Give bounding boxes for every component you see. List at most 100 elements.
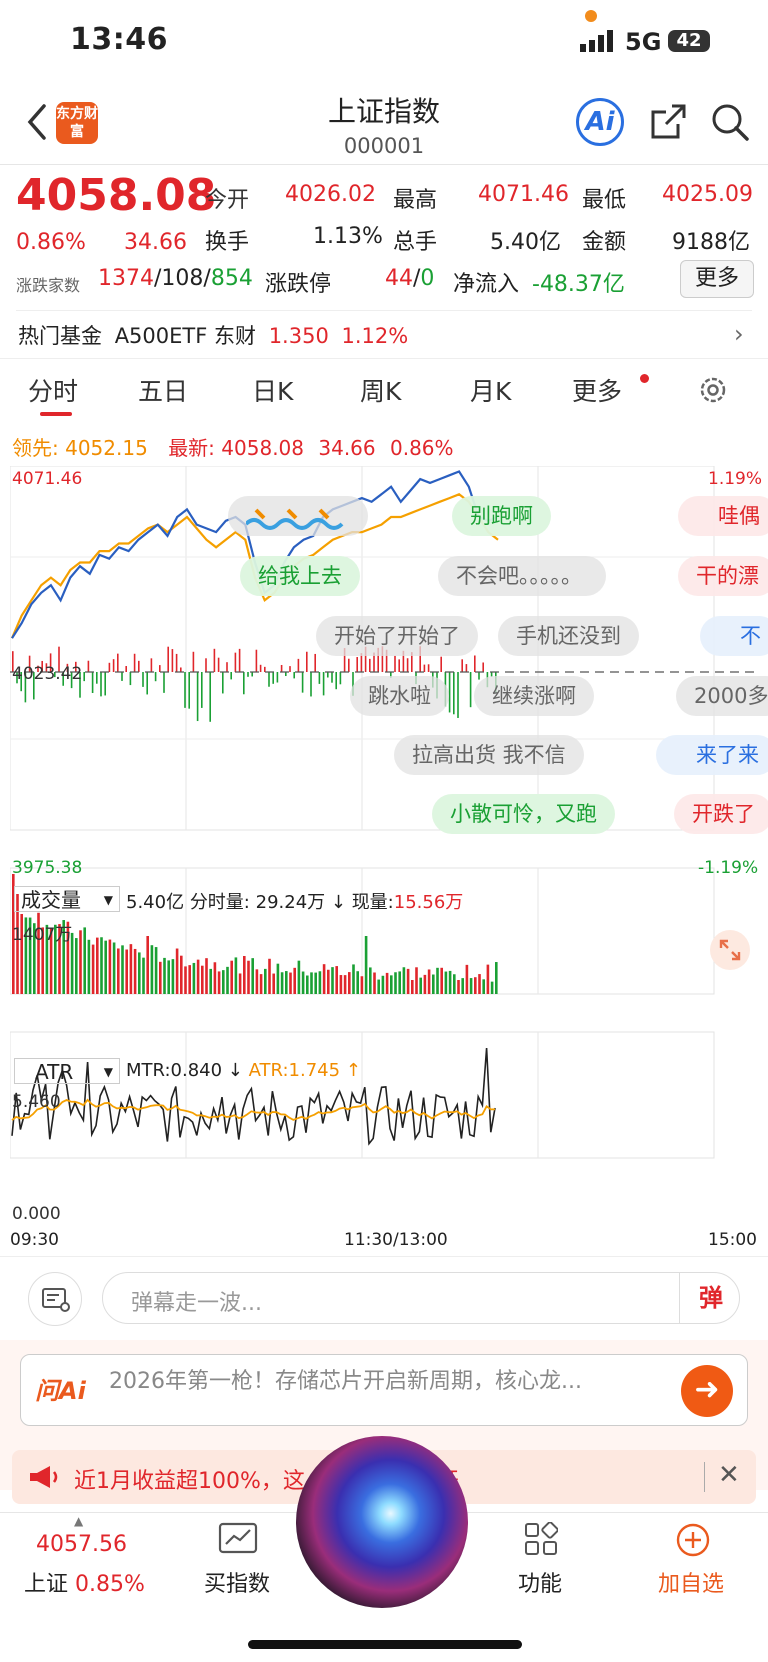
volume-bar [238, 973, 242, 994]
siri-orb[interactable] [296, 1436, 468, 1608]
minute-bar [461, 659, 463, 672]
volume-bar [369, 967, 372, 994]
breadth-values: 1374/108/854 [98, 266, 253, 291]
volume-bar [360, 976, 364, 994]
indicator-select-atr[interactable]: ATR ▼ [14, 1058, 120, 1084]
volume-bar [293, 967, 296, 994]
volume-bar [205, 958, 208, 994]
volume-bar [490, 981, 494, 994]
search-icon[interactable] [710, 102, 750, 142]
minute-bar [339, 672, 342, 685]
recording-dot-icon [585, 10, 597, 22]
send-danmaku-button[interactable]: 弹 [679, 1273, 742, 1323]
share-icon[interactable] [648, 102, 688, 142]
divider [0, 1256, 768, 1257]
grid-apps-icon[interactable] [524, 1522, 558, 1556]
volume-bar [259, 974, 263, 994]
close-icon[interactable]: ✕ [718, 1460, 740, 1490]
netflow-value: -48.37亿 [532, 272, 625, 297]
danmaku-item: 不 [700, 616, 768, 656]
danmaku-input[interactable]: 弹幕走一波... 弹 [102, 1272, 740, 1324]
open-label: 今开 [205, 188, 250, 213]
minute-bar [427, 664, 430, 672]
volume-bar [83, 927, 86, 994]
volume-bar [469, 978, 473, 994]
minute-bar [222, 672, 224, 694]
chart-trend-icon[interactable] [218, 1522, 258, 1556]
pct-min-label: -1.19% [698, 858, 759, 878]
danmaku-item: 不会吧。。。。。 [438, 556, 606, 596]
minute-bar [335, 672, 337, 690]
intraday-chart[interactable] [10, 466, 758, 1226]
volume-bar [440, 967, 443, 994]
volume-bar [486, 964, 490, 994]
minute-bar [318, 672, 321, 684]
volume-bar [247, 960, 250, 994]
minute-bar [331, 672, 333, 683]
minute-bar [205, 658, 207, 672]
minute-bar [125, 666, 127, 672]
add-watchlist-button[interactable]: 加自选 [658, 1566, 724, 1598]
buy-index-button[interactable]: 买指数 [204, 1566, 270, 1598]
gear-icon[interactable] [697, 374, 729, 406]
volume-bar [276, 963, 280, 994]
time-end-label: 15:00 [708, 1230, 757, 1250]
minute-bar [474, 655, 476, 672]
minute-bar [301, 672, 304, 693]
volume-bar [272, 973, 275, 994]
tab-five-day[interactable]: 五日 [138, 372, 188, 408]
tab-daily-k[interactable]: 日K [252, 372, 293, 408]
tab-weekly-k[interactable]: 周K [360, 372, 401, 408]
add-circle-icon[interactable] [675, 1522, 711, 1558]
volume-bar [377, 979, 380, 994]
expand-icon[interactable] [710, 930, 750, 970]
tab-monthly-k[interactable]: 月K [470, 372, 511, 408]
functions-button[interactable]: 功能 [518, 1566, 562, 1598]
danmaku-settings-icon[interactable] [28, 1272, 82, 1326]
volume-bar [289, 972, 292, 994]
minute-bar [138, 660, 140, 672]
tab-more[interactable]: 更多 [572, 372, 622, 408]
home-indicator[interactable] [248, 1640, 522, 1649]
minute-bar [289, 666, 291, 672]
volume-bar [297, 960, 301, 994]
volume-bar [343, 975, 347, 994]
minute-bar [297, 658, 300, 672]
minute-bar [234, 652, 237, 672]
volume-bar [142, 957, 145, 994]
chevron-right-icon[interactable]: › [734, 320, 744, 348]
minute-bar [196, 672, 199, 722]
bottom-index-name[interactable]: 上证 0.85% [24, 1566, 145, 1598]
arrow-right-icon[interactable]: ➜ [681, 1365, 733, 1417]
tab-intraday[interactable]: 分时 [28, 372, 78, 408]
volume-bar [461, 978, 464, 994]
minute-bar [276, 672, 279, 683]
more-button[interactable]: 更多 [680, 260, 754, 298]
volume-bar [352, 964, 355, 994]
volume-bar [268, 958, 271, 994]
volume-bar [243, 955, 246, 994]
low-value: 4025.09 [662, 182, 753, 207]
volume-bar [121, 945, 124, 994]
danmaku-item: 手机还没到 [498, 616, 639, 656]
latest-value: 4058.08 [221, 436, 305, 460]
volume-bar [146, 936, 149, 994]
indicator-select-volume[interactable]: 成交量 ▼ [14, 886, 120, 912]
hot-fund-row[interactable]: 热门基金 A500ETF 东财 1.350 1.12% [18, 320, 408, 350]
volume-bar [457, 980, 460, 994]
ask-ai-box[interactable]: 问Ai 2026年第一枪！存储芯片开启新周期，核心龙... ➜ [20, 1354, 748, 1426]
danmaku-item: 别跑啊 [452, 496, 551, 536]
minute-bar [180, 667, 182, 672]
volume-bar [125, 949, 128, 994]
volume-bar [310, 972, 313, 994]
minute-bar [108, 662, 111, 672]
minute-bar [440, 656, 442, 672]
hot-fund-price: 1.350 [268, 324, 329, 348]
volume-bar [318, 971, 322, 994]
volume-bar [448, 970, 452, 994]
ai-assistant-button[interactable]: Ai [576, 98, 624, 146]
minute-bar [133, 653, 136, 672]
volume-bar [133, 948, 137, 994]
bottom-index-value[interactable]: 4057.56 [36, 1532, 127, 1557]
minute-bar [247, 672, 249, 677]
